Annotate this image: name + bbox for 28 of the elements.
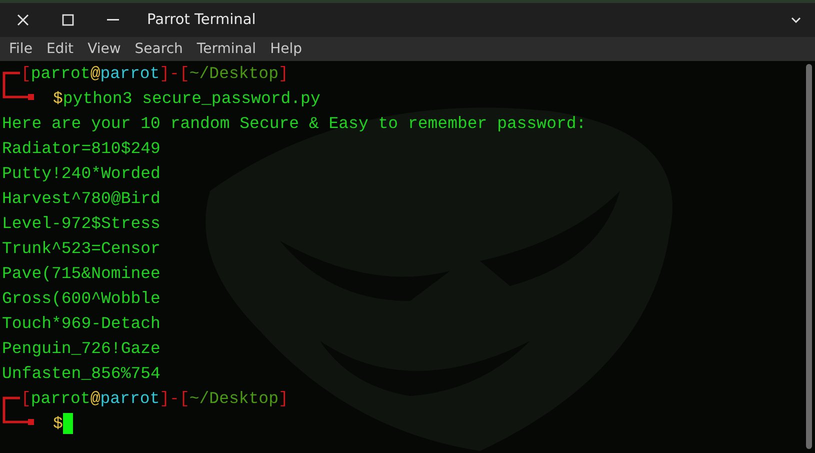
output-line: Harvest^780@Bird <box>1 188 160 210</box>
output-line: Trunk^523=Censor <box>1 238 160 260</box>
prompt-sign: $ <box>53 413 63 435</box>
menu-item[interactable]: File <box>4 41 38 57</box>
menu-item[interactable]: View <box>82 41 126 57</box>
maximize-icon <box>62 14 74 26</box>
close-icon <box>17 14 29 26</box>
output-line: Pave(715&Nominee <box>1 263 160 285</box>
output-line: Unfasten_856%754 <box>1 363 160 385</box>
prompt-text: [parrot@parrot]-[~/Desktop] <box>21 388 288 410</box>
scrollbar[interactable] <box>806 64 812 449</box>
window-title: Parrot Terminal <box>147 12 256 28</box>
output-line: Putty!240*Worded <box>1 163 160 185</box>
menu-item[interactable]: Terminal <box>192 41 262 57</box>
minimize-icon <box>107 19 119 21</box>
output-line: Gross(600^Wobble <box>1 288 160 310</box>
output-line: Penguin_726!Gaze <box>1 338 160 360</box>
output-line: Level-972$Stress <box>1 213 160 235</box>
output-line: Touch*969-Detach <box>1 313 160 335</box>
menu-item[interactable]: Search <box>130 41 188 57</box>
prompt-sign: $ <box>53 88 63 110</box>
menu-item[interactable]: Help <box>265 41 307 57</box>
menu-item[interactable]: Edit <box>41 41 79 57</box>
output-line: Radiator=810$249 <box>1 138 160 160</box>
output-line: Here are your 10 random Secure & Easy to remember password: <box>1 113 586 135</box>
prompt-text: [parrot@parrot]-[~/Desktop] <box>21 63 288 85</box>
command-text: python3 secure_password.py <box>62 88 320 110</box>
chevron-down-icon[interactable] <box>791 17 801 23</box>
